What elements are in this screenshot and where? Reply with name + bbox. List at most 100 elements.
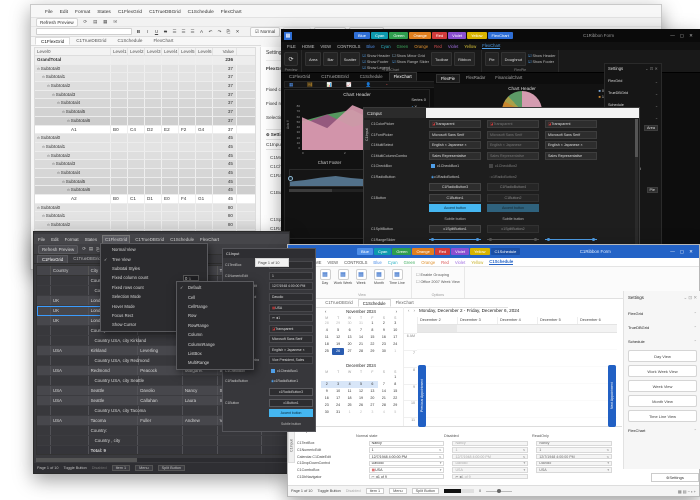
prev-week-icon[interactable]: ‹ xyxy=(408,308,409,313)
format-icon[interactable]: ⎘ xyxy=(225,28,232,35)
calendar-day[interactable]: 15 xyxy=(390,388,401,395)
control-normal[interactable]: Sales Representative xyxy=(429,152,481,160)
titlebar[interactable]: ▦ BlueCyanGreenOrangeRedVioletYellowFlex… xyxy=(281,29,700,42)
calendar-day[interactable]: 12 xyxy=(355,388,366,395)
day-column-header[interactable]: December 2 xyxy=(417,317,457,324)
calendar-day[interactable]: 5 xyxy=(355,381,366,388)
checkbox[interactable]: Show Header xyxy=(528,53,555,58)
calendar-day[interactable]: 22 xyxy=(390,395,401,402)
calendar-day[interactable]: 31 xyxy=(332,409,343,416)
view-button[interactable]: ▦ Week xyxy=(353,269,369,291)
submenu-item[interactable]: Column xyxy=(177,330,253,339)
chart-toolbar-icon[interactable]: ◔ xyxy=(385,82,388,87)
calendar-day[interactable]: 29 xyxy=(390,402,401,409)
statusbar-item[interactable]: Toggle Button xyxy=(64,466,87,470)
c1input-vertical-tab[interactable]: C1Input xyxy=(364,120,370,150)
chart-scrollbar[interactable] xyxy=(289,189,367,192)
calendar-day[interactable]: 6 xyxy=(344,327,355,334)
calendar-day[interactable]: 1 xyxy=(390,374,401,381)
theme-pill-button[interactable]: C1Schedule xyxy=(491,248,521,255)
calendar-day[interactable]: 21 xyxy=(355,341,366,348)
day-column-header[interactable]: December 4 xyxy=(497,317,537,324)
next-appointment-tag[interactable]: Next Appointment xyxy=(608,365,616,427)
control-value[interactable]: Vice President, Sales xyxy=(269,356,313,364)
calendar-day[interactable]: 28 xyxy=(321,320,332,327)
calendar-day[interactable]: 13 xyxy=(367,388,378,395)
menu-item[interactable]: C1TrueDBGrid xyxy=(135,237,164,242)
refresh-preview-button[interactable]: Refresh Preview xyxy=(36,18,78,27)
statusbar-item[interactable]: Page 1 of 10 xyxy=(37,466,59,470)
day-column-header[interactable]: December 6 xyxy=(577,317,617,324)
control-readonly[interactable]: Transparent xyxy=(545,120,597,128)
control-value[interactable]: 12/7/1948 4:00:00 PM xyxy=(269,282,313,290)
view-button[interactable]: ▦ Day xyxy=(317,269,333,291)
grid-column-header[interactable] xyxy=(37,266,51,275)
format-icon[interactable]: ↶ xyxy=(207,28,214,35)
statusbar-item[interactable]: Disabled xyxy=(346,489,361,493)
toolbar-icon[interactable]: ▤ xyxy=(92,19,99,26)
next-month-icon[interactable]: › xyxy=(396,309,397,314)
window-control-icon[interactable]: ✕ xyxy=(689,249,693,255)
calendar-day[interactable]: 9 xyxy=(321,388,332,395)
calendar-day[interactable] xyxy=(378,374,389,381)
chart-toolbar-icon[interactable]: ▦ xyxy=(289,82,293,88)
control-normal[interactable]: C1Button1 xyxy=(429,194,481,202)
calendar-day[interactable]: 30 xyxy=(378,348,389,355)
settings-item[interactable]: TrueDBGrid xyxy=(628,322,697,333)
toolbar-icon[interactable]: ▤ xyxy=(89,246,93,252)
settings-item[interactable]: Time Line View xyxy=(628,410,697,422)
settings-item[interactable]: FlexChart xyxy=(628,425,697,436)
calendar-day[interactable]: 24 xyxy=(390,341,401,348)
chart-type-button[interactable]: Scatter xyxy=(340,52,361,66)
menu-item[interactable]: Format xyxy=(65,237,79,242)
grid-column-header[interactable]: Country xyxy=(51,266,89,275)
statusbar-item[interactable]: Item 1 xyxy=(366,488,385,494)
window-control-icon[interactable]: ✕ xyxy=(689,33,693,39)
calendar-day[interactable]: 4 xyxy=(378,409,389,416)
control-value[interactable]: Subtle button xyxy=(269,420,313,428)
settings-item[interactable]: FlexGrid xyxy=(628,308,697,319)
document-tab[interactable]: FlexChart xyxy=(389,72,417,81)
control-value[interactable]: 1 xyxy=(269,314,313,322)
calendar-day[interactable] xyxy=(321,374,332,381)
statusbar-slider[interactable] xyxy=(486,491,512,492)
submenu-item[interactable]: Row xyxy=(177,311,253,320)
ribbon-tab[interactable]: FlexChart xyxy=(482,43,500,49)
calendar-day[interactable]: 5 xyxy=(390,409,401,416)
control-normal[interactable] xyxy=(429,236,481,244)
calendar-day[interactable]: 25 xyxy=(344,402,355,409)
control-normal[interactable]: c1CheckBox1 xyxy=(429,162,481,170)
format-icon[interactable]: U xyxy=(153,28,160,35)
calendar-day[interactable]: 21 xyxy=(378,395,389,402)
panel-header[interactable]: C1Input xyxy=(364,108,639,118)
menu-item[interactable]: C1TrueDBGrid xyxy=(149,10,181,15)
theme-pill-button[interactable]: Red xyxy=(435,248,450,255)
control-value[interactable]: c1Button1 xyxy=(269,399,313,407)
chart-type-button[interactable]: Area xyxy=(305,52,321,66)
horizontal-scrollbar[interactable] xyxy=(36,458,289,462)
zoom-controls[interactable]: ▦ ▤ − ▪ + xyxy=(678,489,696,494)
control-normal[interactable]: Microsoft Sans Serif xyxy=(429,131,481,139)
calendar-day[interactable]: 24 xyxy=(332,402,343,409)
all-day-row[interactable] xyxy=(417,325,617,333)
submenu-item[interactable]: MultiRange xyxy=(177,358,253,367)
calendar-day[interactable]: 26 xyxy=(332,348,343,355)
calendar-day[interactable]: 25 xyxy=(321,348,332,355)
theme-pill-button[interactable]: Cyan xyxy=(371,32,388,39)
statusbar-item[interactable]: Menu xyxy=(135,465,153,471)
theme-pill-button[interactable]: Orange xyxy=(409,32,430,39)
document-tab[interactable]: C1Schedule xyxy=(358,299,391,307)
menu-item[interactable]: C1FlexGrid xyxy=(103,236,129,243)
control-normal[interactable]: c1SplitButton1 xyxy=(429,225,481,233)
checkbox[interactable]: Show Footer xyxy=(528,59,555,64)
table-row[interactable]: Subtotal2 80 xyxy=(35,221,255,230)
state-toggle-button[interactable]: Normal xyxy=(250,27,280,37)
table-row[interactable]: A2 B0 C1 D1 E0 F4 G1 45 xyxy=(35,195,255,204)
window-control-icon[interactable]: — xyxy=(670,33,675,39)
menu-item[interactable]: Format xyxy=(75,10,90,15)
table-row[interactable]: A1 B0 C4 D2 E2 F2 G4 37 xyxy=(35,126,255,135)
table-row[interactable]: Subtotal3 45 xyxy=(35,160,255,169)
panel-control-icons[interactable]: ⌄ ⊡ ✕ xyxy=(645,66,658,71)
ribbon-tab[interactable]: VIEW xyxy=(327,260,338,265)
table-row[interactable]: Subtotal1 37 xyxy=(35,73,255,82)
